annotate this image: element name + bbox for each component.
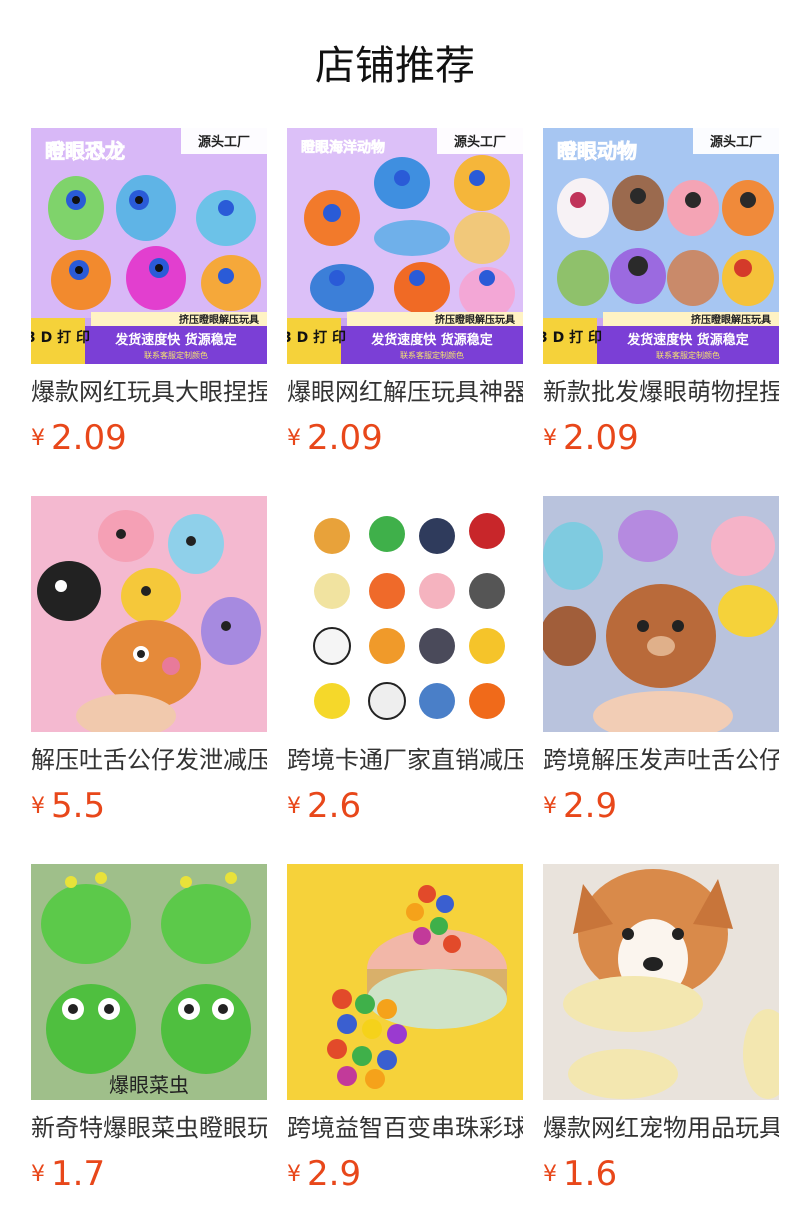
product-card[interactable]: 爆款网红宠物用品玩具 ¥1.6 [543, 864, 779, 1200]
image-headline-text: 瞪眼动物 [557, 139, 637, 163]
product-name[interactable]: 新奇特爆眼菜虫瞪眼玩具 [31, 1112, 267, 1144]
product-card[interactable]: 跨境卡通厂家直销减压玩具 ¥2.6 [287, 496, 523, 832]
product-image-green-caterpillar-toys[interactable]: 爆眼菜虫 [31, 864, 267, 1100]
product-card[interactable]: 解压吐舌公仔发泄减压玩具 ¥5.5 [31, 496, 267, 832]
image-slogan-text: 发货速度快 货源稳定 [114, 332, 237, 348]
product-price: ¥5.5 [31, 786, 267, 832]
currency-symbol: ¥ [31, 794, 45, 819]
product-name[interactable]: 跨境解压发声吐舌公仔 [543, 744, 779, 776]
image-headline-text: 瞪眼海洋动物 [301, 139, 385, 156]
product-card[interactable]: 跨境益智百变串珠彩球 ¥2.9 [287, 864, 523, 1200]
image-tag-text: 源头工厂 [198, 134, 250, 150]
product-name[interactable]: 新款批发爆眼萌物捏捏乐 [543, 376, 779, 408]
page-title: 店铺推荐 [315, 43, 475, 89]
price-value: 2.09 [307, 418, 383, 458]
product-name[interactable]: 跨境益智百变串珠彩球 [287, 1112, 523, 1144]
price-value: 1.7 [51, 1154, 106, 1194]
product-image-cartoon-animal-toys[interactable] [287, 496, 523, 732]
currency-symbol: ¥ [31, 426, 45, 451]
image-caption-text: 爆眼菜虫 [109, 1073, 189, 1097]
product-card[interactable]: 跨境解压发声吐舌公仔 ¥2.9 [543, 496, 779, 832]
currency-symbol: ¥ [543, 794, 557, 819]
currency-symbol: ¥ [287, 426, 301, 451]
product-image-sea-animal-toys[interactable]: 源头工厂 瞪眼海洋动物 挤压瞪眼解压玩具 3 D 打 印 发货速度快 货源稳定 … [287, 128, 523, 364]
image-print-text: 3 D 打 印 [543, 329, 602, 346]
image-print-text: 3 D 打 印 [287, 329, 346, 346]
image-note-text: 联系客服定制颜色 [400, 350, 464, 360]
image-print-text: 3 D 打 印 [31, 329, 90, 346]
image-note-text: 联系客服定制颜色 [656, 350, 720, 360]
product-card[interactable]: 源头工厂 瞪眼恐龙 挤压瞪眼解压玩具 3 D 打 印 发货速度快 货源稳定 联系… [31, 128, 267, 464]
product-price: ¥1.7 [31, 1154, 267, 1200]
currency-symbol: ¥ [543, 1162, 557, 1187]
price-value: 2.09 [563, 418, 639, 458]
currency-symbol: ¥ [543, 426, 557, 451]
price-value: 2.9 [307, 1154, 362, 1194]
image-tag-text: 源头工厂 [710, 134, 762, 150]
currency-symbol: ¥ [287, 794, 301, 819]
product-price: ¥2.09 [31, 418, 267, 464]
product-image-tongue-out-toys[interactable] [31, 496, 267, 732]
image-banner-text: 挤压瞪眼解压玩具 [179, 313, 259, 326]
product-price: ¥2.9 [543, 786, 779, 832]
price-value: 2.09 [51, 418, 127, 458]
product-name[interactable]: 跨境卡通厂家直销减压玩具 [287, 744, 523, 776]
price-value: 5.5 [51, 786, 106, 826]
product-name[interactable]: 爆眼网红解压玩具神器 [287, 376, 523, 408]
image-banner-text: 挤压瞪眼解压玩具 [435, 313, 515, 326]
product-price: ¥2.09 [287, 418, 523, 464]
product-image-animal-toys[interactable]: 源头工厂 瞪眼动物 挤压瞪眼解压玩具 3 D 打 印 发货速度快 货源稳定 联系… [543, 128, 779, 364]
price-value: 2.6 [307, 786, 362, 826]
image-headline-text: 瞪眼恐龙 [45, 139, 125, 163]
product-image-dog-peanut-toy[interactable] [543, 864, 779, 1100]
product-price: ¥2.09 [543, 418, 779, 464]
product-card[interactable]: 源头工厂 瞪眼动物 挤压瞪眼解压玩具 3 D 打 印 发货速度快 货源稳定 联系… [543, 128, 779, 464]
image-note-text: 联系客服定制颜色 [144, 350, 208, 360]
product-card[interactable]: 源头工厂 瞪眼海洋动物 挤压瞪眼解压玩具 3 D 打 印 发货速度快 货源稳定 … [287, 128, 523, 464]
price-value: 2.9 [563, 786, 618, 826]
image-slogan-text: 发货速度快 货源稳定 [370, 332, 493, 348]
product-name[interactable]: 爆款网红玩具大眼捏捏乐 [31, 376, 267, 408]
product-price: ¥2.9 [287, 1154, 523, 1200]
product-name[interactable]: 爆款网红宠物用品玩具 [543, 1112, 779, 1144]
product-image-dinosaur-toys[interactable]: 源头工厂 瞪眼恐龙 挤压瞪眼解压玩具 3 D 打 印 发货速度快 货源稳定 联系… [31, 128, 267, 364]
image-banner-text: 挤压瞪眼解压玩具 [691, 313, 771, 326]
image-tag-text: 源头工厂 [454, 134, 506, 150]
product-image-bead-ball-puzzle[interactable] [287, 864, 523, 1100]
product-price: ¥1.6 [543, 1154, 779, 1200]
product-name[interactable]: 解压吐舌公仔发泄减压玩具 [31, 744, 267, 776]
product-image-squeaky-bear-toy[interactable] [543, 496, 779, 732]
price-value: 1.6 [563, 1154, 618, 1194]
product-card[interactable]: 爆眼菜虫 新奇特爆眼菜虫瞪眼玩具 ¥1.7 [31, 864, 267, 1200]
currency-symbol: ¥ [287, 1162, 301, 1187]
image-slogan-text: 发货速度快 货源稳定 [626, 332, 749, 348]
currency-symbol: ¥ [31, 1162, 45, 1187]
product-price: ¥2.6 [287, 786, 523, 832]
